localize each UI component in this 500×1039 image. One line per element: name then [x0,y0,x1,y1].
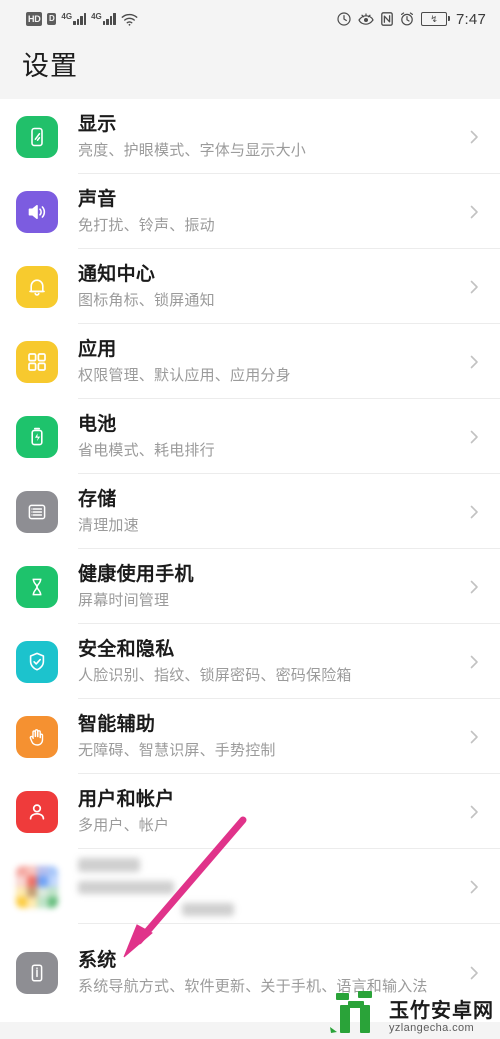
signal-sim1-icon: 4G [61,12,87,25]
row-title: 用户和帐户 [78,788,175,810]
settings-row-sound[interactable]: 声音 免打扰、铃声、振动 [0,174,500,249]
watermark-logo-icon [328,987,384,1035]
row-text: 用户和帐户 多用户、帐户 [78,781,458,843]
data-saver-icon [337,12,351,26]
row-text: 应用 权限管理、默认应用、应用分身 [78,331,458,393]
chevron-right-icon [466,504,482,520]
settings-row-notification-center[interactable]: 通知中心 图标角标、锁屏通知 [0,249,500,324]
row-subtitle: 权限管理、默认应用、应用分身 [78,366,291,384]
blurred-app-icon [16,865,58,908]
row-title: 存储 [78,488,117,510]
signal-sim2-icon: 4G [91,13,116,25]
row-text: 电池 省电模式、耗电排行 [78,406,458,468]
row-subtitle: 多用户、帐户 [78,816,170,834]
settings-row-users-accounts[interactable]: 用户和帐户 多用户、帐户 [0,774,500,849]
chevron-right-icon [466,965,482,981]
chevron-right-icon [466,129,482,145]
row-subtitle: 清理加速 [78,516,139,534]
row-text: 声音 免打扰、铃声、振动 [78,181,458,243]
row-title: 显示 [78,113,117,135]
hand-icon [16,715,58,758]
row-text: 健康使用手机 屏幕时间管理 [78,556,458,618]
user-icon [16,790,58,833]
row-subtitle: 免打扰、铃声、振动 [78,216,215,234]
row-subtitle-redacted [78,880,174,894]
chevron-right-icon [466,804,482,820]
display-icon [16,115,58,158]
apps-grid-icon [16,340,58,383]
page-title: 设置 [0,38,500,99]
row-subtitle: 图标角标、锁屏通知 [78,291,215,309]
phone-screen: HD D 4G 4G ↯ 7:47 设置 显示 亮度、护眼模式、字体与显示大小 … [0,0,500,1039]
wifi-icon [121,13,138,26]
eye-comfort-icon [358,12,374,26]
row-title: 电池 [78,413,117,435]
chevron-right-icon [466,729,482,745]
settings-row-apps[interactable]: 应用 权限管理、默认应用、应用分身 [0,324,500,399]
battery-saver-glyph: ↯ [430,13,438,24]
row-title-redacted [78,857,140,872]
battery-saver-icon: ↯ [421,12,450,26]
settings-row-storage[interactable]: 存储 清理加速 [0,474,500,549]
row-title: 声音 [78,188,117,210]
row-title: 通知中心 [78,263,156,285]
status-bar: HD D 4G 4G ↯ 7:47 [0,0,500,38]
row-subtitle: 亮度、护眼模式、字体与显示大小 [78,141,307,159]
sound-icon [16,190,58,233]
watermark-name-en: yzlangecha.com [389,1022,475,1034]
chevron-right-icon [466,279,482,295]
row-subtitle: 屏幕时间管理 [78,591,170,609]
bell-icon [16,265,58,308]
row-subtitle: 人脸识别、指纹、锁屏密码、密码保险箱 [78,666,352,684]
row-subtitle: 无障碍、智慧识屏、手势控制 [78,741,276,759]
chevron-right-icon [466,354,482,370]
settings-row-display[interactable]: 显示 亮度、护眼模式、字体与显示大小 [0,99,500,174]
volte-icon: D [47,13,57,25]
row-title: 健康使用手机 [78,563,194,585]
watermark-name-cn: 玉竹安卓网 [389,1000,494,1022]
network-gen-label-2: 4G [91,12,102,21]
row-title: 应用 [78,338,117,360]
hourglass-icon [16,565,58,608]
row-text: 显示 亮度、护眼模式、字体与显示大小 [78,106,458,168]
status-bar-left: HD D 4G 4G [26,12,138,26]
hd-voice-icon: HD [26,12,43,26]
settings-row-censored[interactable] [0,849,500,924]
shield-check-icon [16,640,58,683]
settings-row-battery[interactable]: 电池 省电模式、耗电排行 [0,399,500,474]
network-gen-label-1: 4G [61,12,73,21]
chevron-right-icon [466,654,482,670]
row-text: 通知中心 图标角标、锁屏通知 [78,256,458,318]
chevron-right-icon [466,879,482,895]
alarm-icon [400,12,414,26]
row-title: 安全和隐私 [78,638,175,660]
system-info-icon [16,952,58,994]
chevron-right-icon [466,579,482,595]
row-subtitle-redacted-2 [182,902,234,916]
row-text: 存储 清理加速 [78,481,458,543]
storage-icon [16,490,58,533]
settings-list: 显示 亮度、护眼模式、字体与显示大小 声音 免打扰、铃声、振动 通知中心 图标角… [0,99,500,1022]
status-bar-right: ↯ 7:47 [337,11,486,28]
row-title: 智能辅助 [78,713,156,735]
chevron-right-icon [466,429,482,445]
nfc-icon [381,12,393,26]
watermark-text: 玉竹安卓网 yzlangecha.com [389,1000,494,1035]
status-bar-clock: 7:47 [456,10,486,28]
settings-row-smart-assistance[interactable]: 智能辅助 无障碍、智慧识屏、手势控制 [0,699,500,774]
row-text [78,852,458,922]
row-text: 智能辅助 无障碍、智慧识屏、手势控制 [78,706,458,768]
watermark: 玉竹安卓网 yzlangecha.com [328,987,494,1035]
row-subtitle: 省电模式、耗电排行 [78,441,215,459]
settings-row-digital-balance[interactable]: 健康使用手机 屏幕时间管理 [0,549,500,624]
settings-row-security-privacy[interactable]: 安全和隐私 人脸识别、指纹、锁屏密码、密码保险箱 [0,624,500,699]
row-text: 安全和隐私 人脸识别、指纹、锁屏密码、密码保险箱 [78,631,458,693]
row-title: 系统 [78,950,117,971]
battery-icon [16,415,58,458]
chevron-right-icon [466,204,482,220]
